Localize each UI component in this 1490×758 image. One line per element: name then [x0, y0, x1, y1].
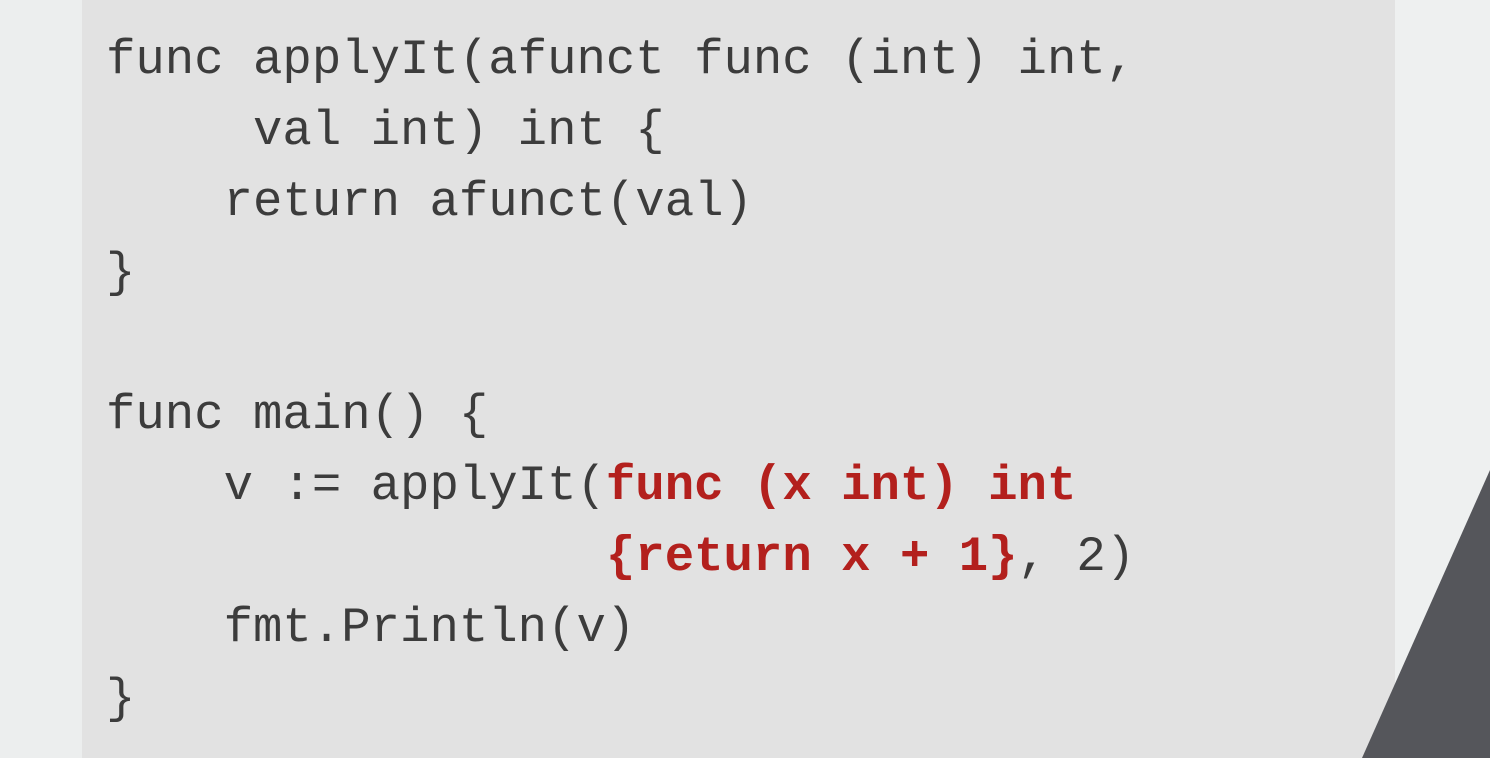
code-line-6-plain: v := applyIt( — [106, 458, 606, 514]
code-line-8: fmt.Println(v) — [106, 600, 636, 656]
code-line-3: return afunct(val) — [106, 174, 753, 230]
code-line-4: } — [106, 245, 136, 301]
code-line-5: func main() { — [106, 387, 489, 443]
code-line-7-highlight: {return x + 1} — [605, 529, 1018, 585]
code-line-9: } — [106, 671, 136, 727]
code-line-7-plain: , 2) — [1017, 529, 1136, 585]
code-line-6: v := applyIt(func (x int) int — [106, 451, 1077, 521]
code-line-1: func applyIt(afunct func (int) int, — [106, 32, 1136, 88]
code-line-2: val int) int { — [106, 103, 665, 159]
code-line-7: {return x + 1}, 2) — [106, 522, 1135, 592]
code-line-6-highlight: func (x int) int — [605, 458, 1077, 514]
code-line-7-indent — [106, 529, 606, 585]
